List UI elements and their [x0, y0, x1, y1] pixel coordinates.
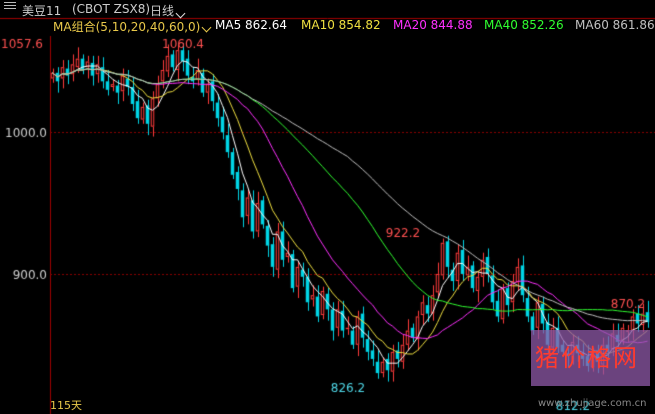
- chevron-down-icon: [175, 8, 186, 19]
- watermark-text: 猪价格网: [535, 344, 639, 372]
- chart-header: 美豆11 (CBOT ZSX8) 日线: [0, 0, 655, 19]
- menu-icon[interactable]: [4, 2, 16, 10]
- period-count: 115天: [50, 399, 82, 412]
- ma40-value: MA40 852.26: [484, 18, 564, 32]
- ma60-value: MA60 861.86: [575, 18, 655, 32]
- chevron-down-icon: [201, 22, 212, 33]
- ma-legend: MA组合(5,10,20,40,60,0) MA5 862.64 MA10 85…: [0, 18, 655, 34]
- kline-type-dropdown[interactable]: 日线: [150, 2, 186, 19]
- ma20-value: MA20 844.88: [393, 18, 473, 32]
- symbol-code: (CBOT ZSX8): [72, 2, 151, 16]
- ma5-value: MA5 862.64: [215, 18, 287, 32]
- watermark-url: www.zhujiage.com.cn: [538, 398, 647, 409]
- symbol-name[interactable]: 美豆11: [22, 2, 61, 19]
- ma-group-label: MA组合(5,10,20,40,60,0): [53, 20, 201, 34]
- ma10-value: MA10 854.82: [301, 18, 381, 32]
- ma-group-dropdown[interactable]: MA组合(5,10,20,40,60,0): [53, 18, 212, 35]
- kline-type-label: 日线: [150, 4, 175, 18]
